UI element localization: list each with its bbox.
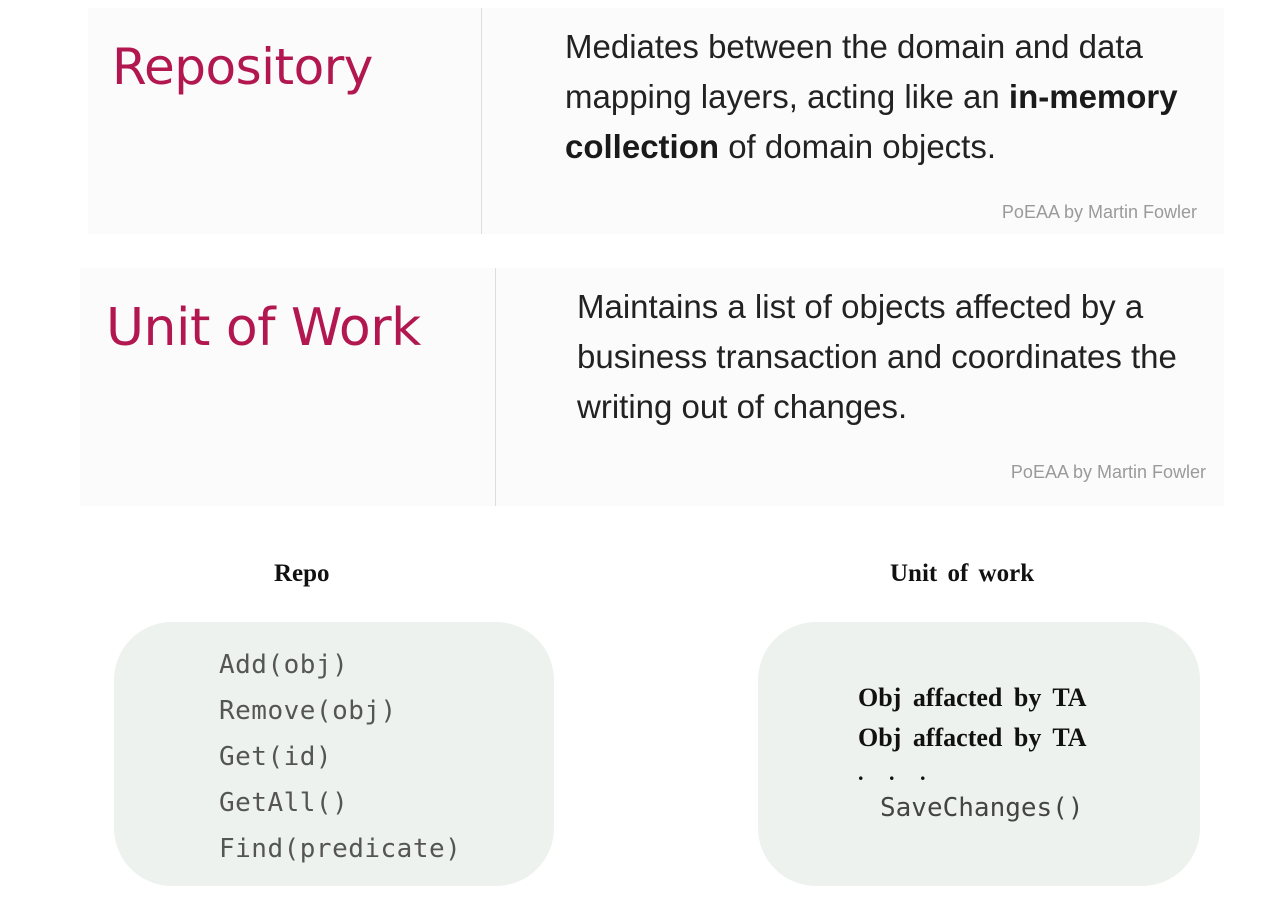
unit-of-work-source-credit: PoEAA by Martin Fowler [1010,462,1206,482]
unit-of-work-slide-divider [495,268,496,506]
repository-definition: Mediates between the domain and data map… [565,22,1225,172]
unit-of-work-ellipsis: . . . [858,760,936,785]
repo-methods-panel: Add(obj) Remove(obj) Get(id) GetAll() Fi… [114,622,554,886]
repo-method-find: Find(predicate) [219,834,462,864]
unit-of-work-tracked-object: Obj affacted by TA [858,683,1087,712]
repo-method-add: Add(obj) [219,650,349,680]
repo-method-remove: Remove(obj) [219,696,397,726]
repository-term: Repository [112,38,373,96]
unit-of-work-panel: Obj affacted by TA Obj affacted by TA . … [758,622,1200,886]
repository-source-credit: PoEAA by Martin Fowler [1001,202,1197,222]
unit-of-work-tracked-object: Obj affacted by TA [858,723,1087,752]
repo-method-list: Add(obj) Remove(obj) Get(id) GetAll() Fi… [219,642,461,872]
repository-slide-divider [481,8,482,234]
unit-of-work-content: Obj affacted by TA Obj affacted by TA . … [858,678,1087,828]
unit-of-work-save-changes: SaveChanges() [880,793,1084,823]
repository-definition-slide: Repository Mediates between the domain a… [88,8,1224,234]
comparison-section: Repo Unit of work Add(obj) Remove(obj) G… [0,530,1283,900]
repository-definition-text-end: of domain objects. [719,128,997,165]
unit-of-work-term: Unit of Work [106,298,421,358]
repo-column-title: Repo [274,560,330,587]
unit-of-work-definition: Maintains a list of objects affected by … [577,288,1177,425]
repo-method-get: Get(id) [219,742,333,772]
unit-of-work-definition-slide: Unit of Work Maintains a list of objects… [80,268,1224,506]
unit-of-work-column-title: Unit of work [890,560,1035,587]
repo-method-get-all: GetAll() [219,788,349,818]
